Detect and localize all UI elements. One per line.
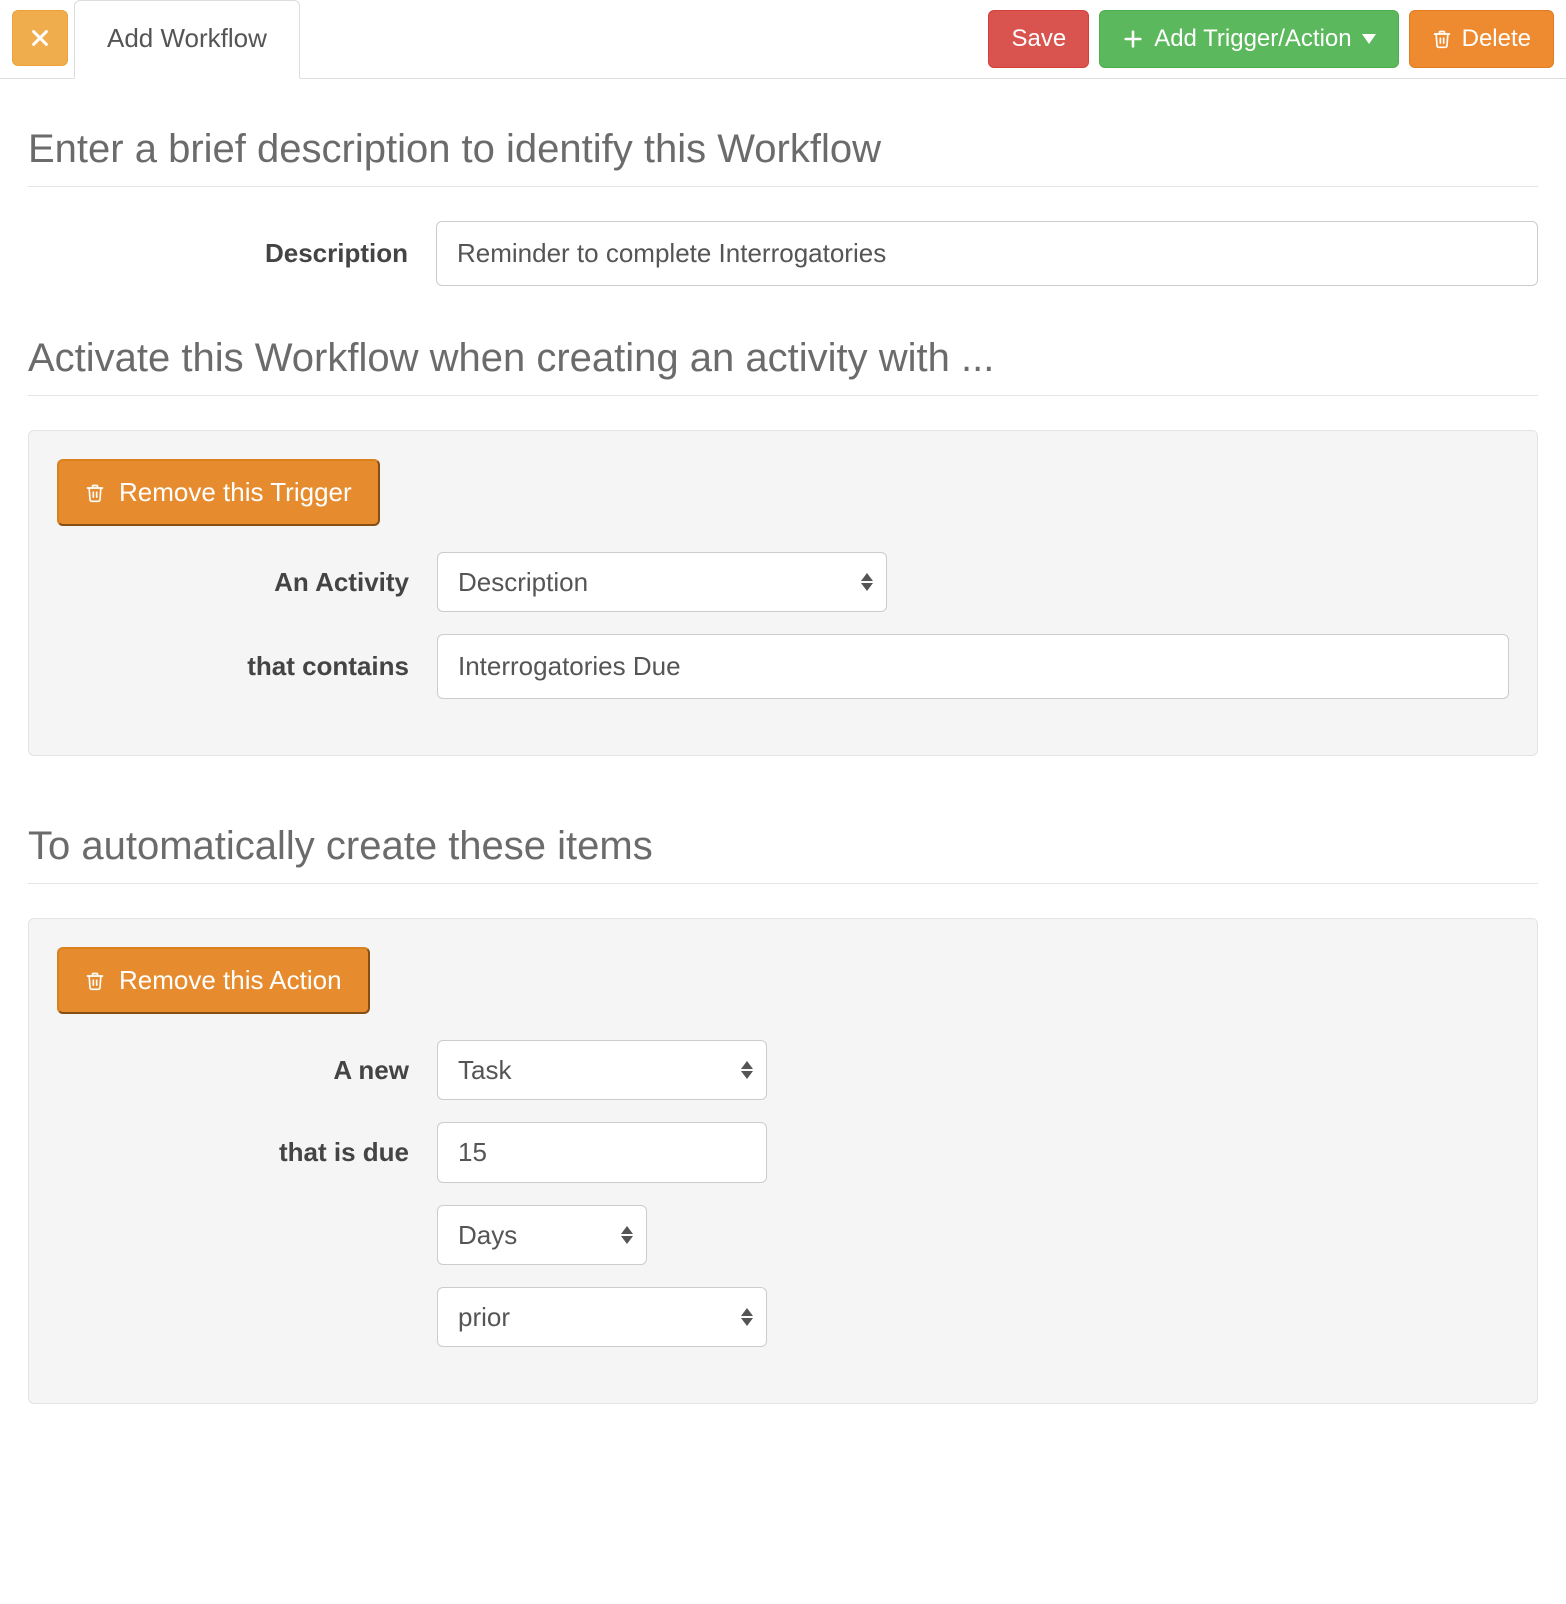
remove-action-button[interactable]: Remove this Action — [57, 947, 370, 1014]
close-icon — [29, 27, 51, 49]
remove-trigger-button[interactable]: Remove this Trigger — [57, 459, 380, 526]
add-trigger-action-label: Add Trigger/Action — [1154, 25, 1351, 53]
activity-select[interactable]: Description — [437, 552, 887, 612]
caret-down-icon — [1362, 34, 1376, 44]
trash-icon — [85, 481, 105, 505]
tab-add-workflow[interactable]: Add Workflow — [74, 0, 300, 79]
trigger-panel: Remove this Trigger An Activity Descript… — [28, 430, 1538, 756]
due-label: that is due — [57, 1137, 409, 1168]
remove-action-label: Remove this Action — [119, 965, 342, 996]
activity-label: An Activity — [57, 567, 409, 598]
description-input[interactable] — [436, 221, 1538, 286]
tab-label: Add Workflow — [107, 23, 267, 53]
plus-icon — [1122, 28, 1144, 50]
section-heading-description: Enter a brief description to identify th… — [28, 99, 1538, 187]
trash-icon — [1432, 27, 1452, 51]
add-trigger-action-button[interactable]: Add Trigger/Action — [1099, 10, 1398, 68]
due-value-input[interactable] — [437, 1122, 767, 1183]
save-label: Save — [1011, 25, 1066, 53]
save-button[interactable]: Save — [988, 10, 1089, 68]
action-panel: Remove this Action A new Task that is du… — [28, 918, 1538, 1404]
new-label: A new — [57, 1055, 409, 1086]
remove-trigger-label: Remove this Trigger — [119, 477, 352, 508]
due-relative-select[interactable]: prior — [437, 1287, 767, 1347]
delete-button[interactable]: Delete — [1409, 10, 1554, 68]
close-tab-button[interactable] — [12, 10, 68, 66]
contains-label: that contains — [57, 651, 409, 682]
trash-icon — [85, 969, 105, 993]
section-heading-activate: Activate this Workflow when creating an … — [28, 308, 1538, 396]
due-unit-select[interactable]: Days — [437, 1205, 647, 1265]
description-label: Description — [28, 238, 408, 269]
section-heading-create: To automatically create these items — [28, 796, 1538, 884]
contains-input[interactable] — [437, 634, 1509, 699]
delete-label: Delete — [1462, 25, 1531, 53]
new-type-select[interactable]: Task — [437, 1040, 767, 1100]
